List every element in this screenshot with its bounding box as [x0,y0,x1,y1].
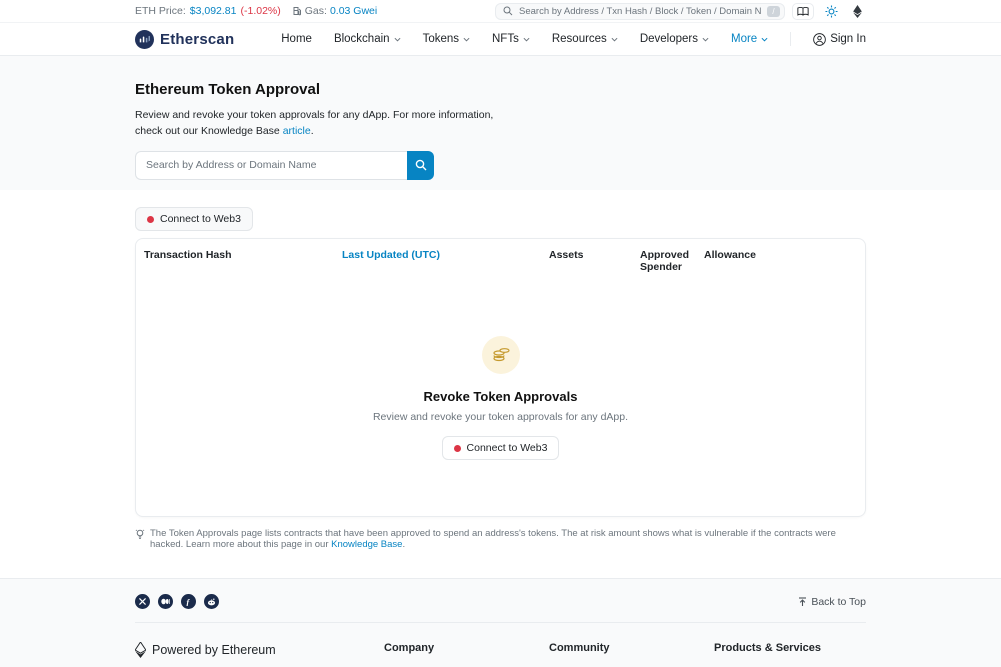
nav-item-home[interactable]: Home [281,33,312,45]
etherscan-logo-icon [135,30,154,49]
ethereum-network-icon[interactable] [849,3,866,20]
status-dot-icon [454,445,461,452]
gas-value[interactable]: 0.03 Gwei [330,5,377,17]
gas-label: Gas: [305,5,327,17]
etherscan-logo[interactable]: Etherscan [135,30,234,49]
powered-by-ethereum: Powered by Ethereum [135,642,384,658]
hero-section: Ethereum Token Approval Review and revok… [0,56,1001,190]
col-allowance: Allowance [704,249,857,273]
eth-price-value[interactable]: $3,092.81 [190,5,237,17]
connect-web3-button[interactable]: Connect to Web3 [135,207,253,231]
nav-item-resources[interactable]: Resources [552,33,618,45]
table-header-row: Transaction Hash Last Updated (UTC) Asse… [136,239,865,281]
global-search: / [495,3,785,20]
nav-item-more[interactable]: More [731,33,768,45]
footer: f Back to Top Powered by Ethereu [0,578,1001,667]
global-search-input[interactable] [519,6,761,17]
nav-divider [790,32,791,46]
page-description: Review and revoke your token approvals f… [135,107,515,140]
address-search-input[interactable] [135,151,407,180]
page-tip: The Token Approvals page lists contracts… [135,528,866,550]
light-mode-icon[interactable] [821,3,842,20]
col-transaction-hash: Transaction Hash [144,249,342,273]
topbar: ETH Price: $3,092.81 (-1.02%) Gas: 0.03 … [0,0,1001,23]
col-assets: Assets [549,249,640,273]
brand-name: Etherscan [160,31,234,48]
search-icon [415,159,427,171]
chevron-down-icon [463,37,470,42]
connect-web3-button-empty-state[interactable]: Connect to Web3 [442,436,560,460]
footer-column-community: Community API Documentation Knowledge Ba… [549,642,714,667]
status-dot-icon [147,216,154,223]
footer-column-products: Products & Services Advertise Explorer a… [714,642,866,667]
footer-column-title: Products & Services [714,642,866,654]
nav-item-blockchain[interactable]: Blockchain [334,33,401,45]
gas-pump-icon [293,6,302,16]
medium-icon[interactable] [158,594,173,609]
x-twitter-icon[interactable] [135,594,150,609]
search-icon [503,6,513,16]
arrow-to-top-icon [798,597,807,607]
knowledge-base-article-link[interactable]: article [283,125,311,137]
coins-icon [482,336,520,374]
approval-search [135,151,434,180]
eth-price-label: ETH Price: [135,5,186,17]
back-to-top-button[interactable]: Back to Top [798,596,866,608]
page-title: Ethereum Token Approval [135,81,866,98]
user-icon [813,33,826,46]
chevron-down-icon [523,37,530,42]
chevron-down-icon [761,37,768,42]
col-approved-spender: Approved Spender [640,249,704,273]
lightbulb-icon [135,529,145,540]
footer-column-title: Company [384,642,549,654]
col-last-updated-sort[interactable]: Last Updated (UTC) [342,249,549,273]
main-nav: Etherscan Home Blockchain Tokens NFTs Re… [0,23,1001,56]
empty-state-title: Revoke Token Approvals [424,389,578,404]
nav-item-tokens[interactable]: Tokens [423,33,470,45]
main-content: Connect to Web3 Transaction Hash Last Up… [0,190,1001,550]
search-submit-button[interactable] [407,151,434,180]
footer-column-company: Company About Us Brand Assets Contact Us… [384,642,549,667]
footer-column-title: Community [549,642,714,654]
chevron-down-icon [611,37,618,42]
sign-in-button[interactable]: Sign In [813,33,866,46]
svg-text:f: f [186,597,190,606]
reddit-icon[interactable] [204,594,219,609]
approvals-table-card: Transaction Hash Last Updated (UTC) Asse… [135,238,866,517]
eth-price-change: (-1.02%) [240,5,280,17]
empty-state-subtitle: Review and revoke your token approvals f… [373,411,628,423]
knowledge-base-link[interactable]: Knowledge Base [331,539,402,550]
chevron-down-icon [702,37,709,42]
chevron-down-icon [394,37,401,42]
nav-item-developers[interactable]: Developers [640,33,709,45]
empty-state: Revoke Token Approvals Review and revoke… [136,281,865,516]
facebook-icon[interactable]: f [181,594,196,609]
slash-shortcut-badge: / [767,6,780,17]
nav-item-nfts[interactable]: NFTs [492,33,530,45]
book-icon[interactable] [792,3,814,20]
ethereum-diamond-icon [135,642,146,658]
